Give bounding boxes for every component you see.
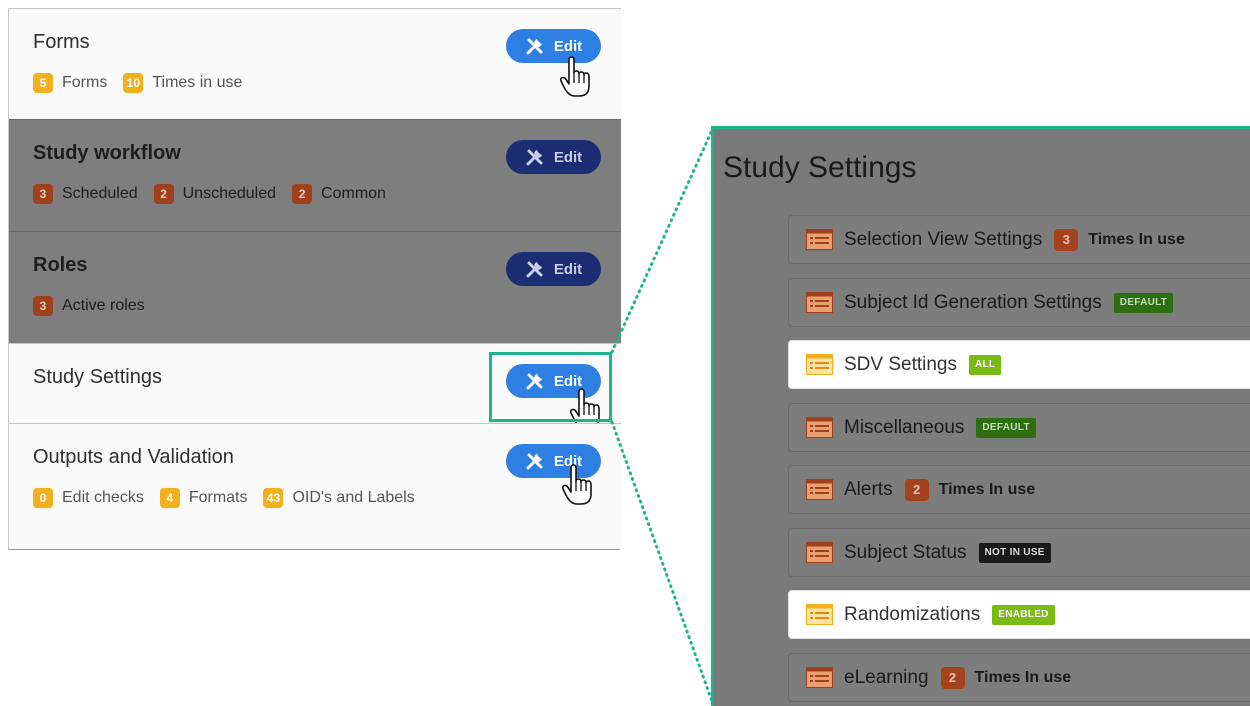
- count-badge: 3: [1054, 228, 1079, 251]
- settings-row-sdv[interactable]: SDV Settings ALL: [788, 340, 1250, 389]
- stat-label: Common: [321, 185, 386, 202]
- count-badge: 4: [159, 488, 180, 508]
- row-label: eLearning: [844, 666, 929, 688]
- status-tag: ALL: [969, 354, 1002, 375]
- count-badge: 3: [33, 296, 53, 316]
- row-label: Selection View Settings: [844, 228, 1043, 250]
- row-label: Miscellaneous: [844, 416, 965, 438]
- row-label: SDV Settings: [844, 353, 957, 375]
- settings-row-subject-status[interactable]: Subject Status NOT IN USE: [788, 528, 1250, 577]
- settings-list-icon: [806, 229, 833, 250]
- settings-row-selection-view[interactable]: Selection View Settings 3 Times In use: [788, 215, 1250, 264]
- count-badge: 43: [263, 488, 284, 508]
- count-badge: 2: [940, 666, 965, 689]
- status-tag: NOT IN USE: [978, 542, 1051, 563]
- count-label: Times In use: [938, 480, 1036, 498]
- highlight-box: [489, 352, 612, 422]
- settings-list-icon: [806, 604, 833, 625]
- pointer-hand-icon: [561, 464, 592, 505]
- count-badge: 10: [123, 73, 144, 93]
- study-design-panel: Forms 5 Forms 10 Times in use Edit Study…: [8, 8, 621, 550]
- edit-roles-button[interactable]: Edit: [506, 252, 601, 286]
- settings-list-icon: [806, 479, 833, 500]
- section-title: Outputs and Validation: [33, 446, 234, 468]
- tools-icon: [526, 38, 543, 55]
- count-badge: 5: [33, 73, 53, 93]
- section-outputs-validation: Outputs and Validation 0 Edit checks 4 F…: [9, 423, 621, 549]
- row-label: Alerts: [844, 478, 893, 500]
- settings-list-icon: [806, 542, 833, 563]
- section-stats: 0 Edit checks 4 Formats 43 OID's and Lab…: [33, 488, 431, 508]
- status-tag: DEFAULT: [976, 417, 1036, 438]
- edit-label: Edit: [553, 37, 583, 55]
- count-badge: 3: [33, 184, 53, 204]
- settings-list-icon: [806, 667, 833, 688]
- section-forms: Forms 5 Forms 10 Times in use Edit: [9, 8, 621, 119]
- pointer-hand-icon: [559, 56, 590, 97]
- section-title: Roles: [33, 254, 88, 276]
- status-tag: DEFAULT: [1113, 292, 1174, 313]
- section-stats: 5 Forms 10 Times in use: [33, 73, 258, 93]
- section-stats: 3 Active roles: [33, 296, 161, 316]
- stat-label: Active roles: [62, 297, 145, 314]
- settings-row-alerts[interactable]: Alerts 2 Times In use: [788, 465, 1250, 514]
- section-title: Study workflow: [33, 142, 181, 164]
- row-label: Subject Id Generation Settings: [844, 291, 1102, 313]
- settings-list-icon: [806, 417, 833, 438]
- settings-list-icon: [806, 354, 833, 375]
- tools-icon: [526, 261, 543, 278]
- edit-label: Edit: [553, 148, 583, 166]
- stat-label: Times in use: [152, 74, 243, 91]
- stat-label: Formats: [188, 489, 248, 506]
- settings-row-subject-id-generation[interactable]: Subject Id Generation Settings DEFAULT: [788, 278, 1250, 327]
- settings-list-icon: [806, 292, 833, 313]
- edit-study-workflow-button[interactable]: Edit: [506, 140, 601, 174]
- tools-icon: [526, 149, 543, 166]
- settings-row-miscellaneous[interactable]: Miscellaneous DEFAULT: [788, 403, 1250, 452]
- count-label: Times In use: [974, 668, 1072, 686]
- stat-label: Unscheduled: [182, 185, 277, 202]
- stat-label: Edit checks: [62, 489, 144, 506]
- tools-icon: [526, 453, 543, 470]
- section-title: Study Settings: [33, 366, 162, 388]
- section-title: Forms: [33, 31, 90, 53]
- section-roles: Roles 3 Active roles Edit: [9, 231, 621, 343]
- settings-row-randomizations[interactable]: Randomizations ENABLED: [788, 590, 1250, 639]
- edit-label: Edit: [553, 260, 583, 278]
- count-badge: 2: [292, 184, 313, 204]
- stat-label: OID's and Labels: [292, 489, 415, 506]
- count-badge: 2: [904, 478, 929, 501]
- count-badge: 2: [153, 184, 174, 204]
- stat-label: Forms: [62, 74, 108, 91]
- row-label: Subject Status: [844, 541, 967, 563]
- count-label: Times In use: [1088, 230, 1185, 248]
- status-tag: ENABLED: [992, 604, 1055, 625]
- zoom-title: Study Settings: [723, 151, 917, 184]
- row-label: Randomizations: [844, 603, 981, 625]
- count-badge: 0: [33, 488, 53, 508]
- settings-row-elearning[interactable]: eLearning 2 Times In use: [788, 653, 1250, 702]
- section-stats: 3 Scheduled 2 Unscheduled 2 Common: [33, 184, 402, 204]
- section-study-workflow: Study workflow 3 Scheduled 2 Unscheduled…: [9, 119, 621, 231]
- stat-label: Scheduled: [62, 185, 138, 202]
- study-settings-zoom-panel: Study Settings Selection View Settings 3…: [711, 126, 1250, 706]
